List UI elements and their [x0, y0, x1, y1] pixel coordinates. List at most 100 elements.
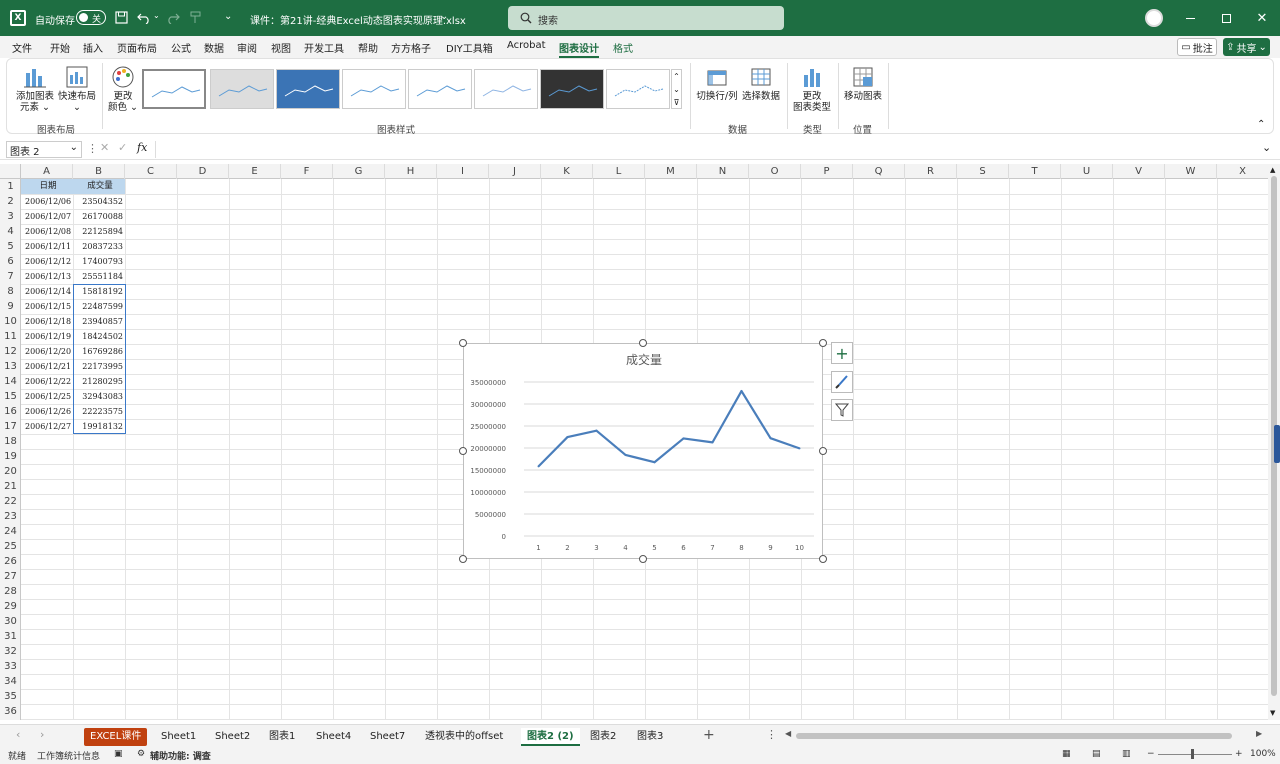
- chart-style-5[interactable]: [408, 69, 472, 109]
- page-layout-view-icon[interactable]: ▤: [1092, 749, 1101, 759]
- undo-icon[interactable]: [137, 11, 151, 24]
- menu-acrobat[interactable]: Acrobat: [507, 40, 546, 51]
- file-title[interactable]: 课件：第21讲-经典Excel动态图表实现原理.xlsx: [250, 12, 466, 27]
- menu-home[interactable]: 开始: [50, 40, 70, 55]
- column-header-cell[interactable]: D: [177, 164, 229, 179]
- menu-file[interactable]: 文件: [12, 40, 32, 55]
- cell[interactable]: 2006/12/08: [21, 224, 73, 239]
- data-point[interactable]: [624, 453, 627, 456]
- menu-review[interactable]: 审阅: [237, 40, 257, 55]
- resize-handle[interactable]: [639, 339, 647, 347]
- row-header-cell[interactable]: 26: [0, 554, 21, 569]
- sheet-tab-active[interactable]: 图表2 (2): [521, 728, 580, 746]
- data-point[interactable]: [682, 437, 685, 440]
- menu-diy[interactable]: DIY工具箱: [446, 40, 493, 55]
- row-header-cell[interactable]: 7: [0, 269, 21, 284]
- row-header-cell[interactable]: 1: [0, 179, 21, 194]
- chart-elements-button[interactable]: +: [831, 342, 853, 364]
- chart-style-1[interactable]: [142, 69, 206, 109]
- column-header-cell[interactable]: A: [21, 164, 73, 179]
- add-sheet-icon[interactable]: +: [703, 727, 715, 743]
- column-header-cell[interactable]: X: [1217, 164, 1268, 179]
- prev-sheet-icon[interactable]: ‹: [16, 728, 20, 741]
- row-header-cell[interactable]: 36: [0, 704, 21, 719]
- row-header-cell[interactable]: 31: [0, 629, 21, 644]
- row-header-cell[interactable]: 20: [0, 464, 21, 479]
- select-data-button[interactable]: 选择数据: [741, 65, 781, 102]
- column-header-cell[interactable]: M: [645, 164, 697, 179]
- column-header-cell[interactable]: F: [281, 164, 333, 179]
- row-header-cell[interactable]: 5: [0, 239, 21, 254]
- column-header-cell[interactable]: S: [957, 164, 1009, 179]
- scroll-up-icon[interactable]: ▲: [1270, 166, 1275, 174]
- data-point[interactable]: [653, 461, 656, 464]
- column-header-cell[interactable]: J: [489, 164, 541, 179]
- row-header-cell[interactable]: 10: [0, 314, 21, 329]
- row-header-cell[interactable]: 6: [0, 254, 21, 269]
- column-header-cell[interactable]: T: [1009, 164, 1061, 179]
- chart-style-2[interactable]: [210, 69, 274, 109]
- horizontal-scroll-thumb[interactable]: [796, 733, 1232, 739]
- menu-formulas[interactable]: 公式: [171, 40, 191, 55]
- cell[interactable]: 23504352: [73, 194, 125, 209]
- workbook-statistics[interactable]: 工作簿统计信息: [37, 749, 100, 762]
- column-header-cell[interactable]: I: [437, 164, 489, 179]
- cell[interactable]: 2006/12/15: [21, 299, 73, 314]
- cell[interactable]: 成交量: [73, 179, 125, 194]
- menu-data[interactable]: 数据: [204, 40, 224, 55]
- zoom-out-icon[interactable]: −: [1147, 749, 1155, 759]
- close-button[interactable]: ✕: [1244, 0, 1280, 36]
- avatar[interactable]: [1145, 9, 1163, 27]
- data-point[interactable]: [769, 437, 772, 440]
- more-icon[interactable]: ⋮: [766, 728, 777, 741]
- cell[interactable]: 2006/12/27: [21, 419, 73, 434]
- chart-style-4[interactable]: [342, 69, 406, 109]
- chart-style-3[interactable]: [276, 69, 340, 109]
- move-chart-button[interactable]: 移动图表: [843, 65, 883, 102]
- more-icon[interactable]: ⋮: [87, 142, 98, 155]
- row-header-cell[interactable]: 27: [0, 569, 21, 584]
- column-header-cell[interactable]: O: [749, 164, 801, 179]
- sheet-tab[interactable]: 图表2: [584, 728, 622, 746]
- row-header-cell[interactable]: 15: [0, 389, 21, 404]
- column-header-cell[interactable]: E: [229, 164, 281, 179]
- row-header-cell[interactable]: 21: [0, 479, 21, 494]
- autosave-toggle[interactable]: 关: [76, 10, 106, 25]
- data-point[interactable]: [798, 447, 801, 450]
- cell[interactable]: 2006/12/13: [21, 269, 73, 284]
- chart-style-8[interactable]: [606, 69, 670, 109]
- change-chart-type-button[interactable]: 更改 图表类型: [791, 65, 833, 113]
- accessibility-icon[interactable]: ⚙: [137, 749, 145, 759]
- accessibility-status[interactable]: 辅助功能: 调查: [150, 749, 211, 762]
- row-header-cell[interactable]: 23: [0, 509, 21, 524]
- row-header-cell[interactable]: 11: [0, 329, 21, 344]
- sheet-tab[interactable]: Sheet2: [209, 728, 256, 746]
- row-header-cell[interactable]: 32: [0, 644, 21, 659]
- sheet-tab[interactable]: EXCEL课件: [84, 728, 148, 746]
- column-header-cell[interactable]: L: [593, 164, 645, 179]
- resize-handle[interactable]: [639, 555, 647, 563]
- column-header-cell[interactable]: B: [73, 164, 125, 179]
- cancel-icon[interactable]: ✕: [100, 141, 109, 154]
- row-header-cell[interactable]: 28: [0, 584, 21, 599]
- scroll-down-icon[interactable]: ▼: [1270, 709, 1275, 717]
- macro-icon[interactable]: ▣: [114, 749, 123, 759]
- row-header-cell[interactable]: 9: [0, 299, 21, 314]
- row-header-cell[interactable]: 29: [0, 599, 21, 614]
- row-header-cell[interactable]: 22: [0, 494, 21, 509]
- cell[interactable]: 2006/12/14: [21, 284, 73, 299]
- row-header-cell[interactable]: 24: [0, 524, 21, 539]
- resize-handle[interactable]: [819, 555, 827, 563]
- data-point[interactable]: [566, 436, 569, 439]
- cell[interactable]: 26170088: [73, 209, 125, 224]
- cell[interactable]: 2006/12/21: [21, 359, 73, 374]
- row-header-cell[interactable]: 16: [0, 404, 21, 419]
- row-header-cell[interactable]: 33: [0, 659, 21, 674]
- column-header-cell[interactable]: N: [697, 164, 749, 179]
- cell[interactable]: 22125894: [73, 224, 125, 239]
- sheet-tab[interactable]: 透视表中的offset: [419, 728, 509, 746]
- file-title-chevron-icon[interactable]: ⌄: [440, 11, 448, 22]
- resize-handle[interactable]: [459, 339, 467, 347]
- resize-handle[interactable]: [819, 339, 827, 347]
- chart-style-6[interactable]: [474, 69, 538, 109]
